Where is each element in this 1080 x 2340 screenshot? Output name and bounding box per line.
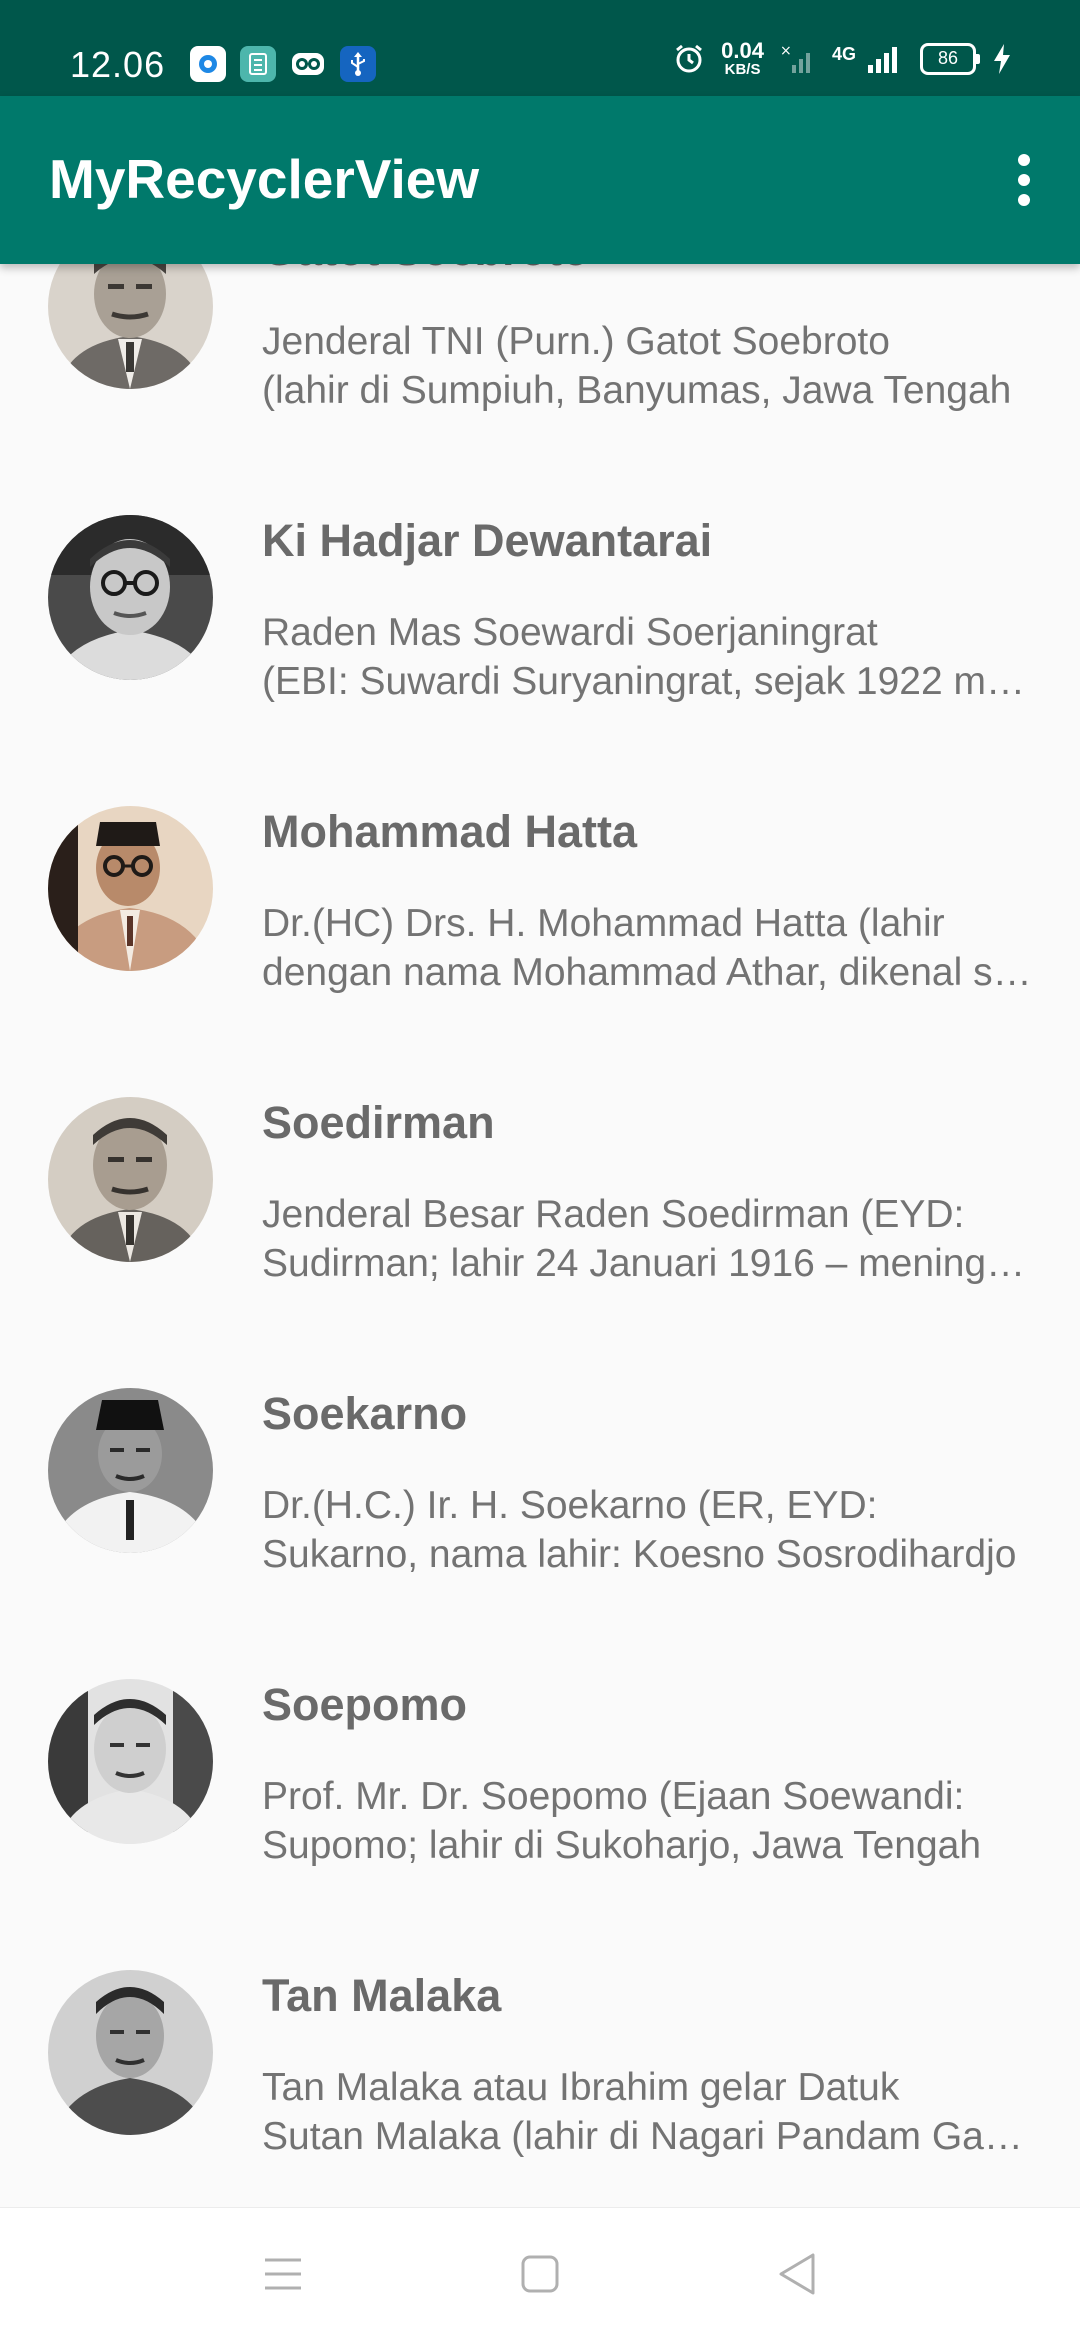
hero-description: Jenderal Besar Raden Soedirman (EYD: Sud… bbox=[262, 1190, 1032, 1288]
avatar bbox=[48, 264, 213, 389]
hero-description: Dr.(H.C.) Ir. H. Soekarno (ER, EYD: Suka… bbox=[262, 1481, 1032, 1579]
hero-description-line-1: Prof. Mr. Dr. Soepomo (Ejaan Soewandi: bbox=[262, 1775, 965, 1818]
list-item[interactable]: Gatot Soebroto Jenderal TNI (Purn.) Gato… bbox=[0, 264, 1080, 475]
tripadvisor-icon bbox=[290, 46, 326, 82]
hero-description-line-2: dengan nama Mohammad Athar, dikenal seba… bbox=[262, 951, 1032, 994]
status-right-group: 0.04 KB/S × 4G 86 bbox=[673, 40, 1012, 77]
app-notification-icon bbox=[190, 46, 226, 82]
hero-name: Mohammad Hatta bbox=[262, 806, 638, 857]
home-square-icon[interactable] bbox=[505, 2244, 575, 2304]
hero-name: Tan Malaka bbox=[262, 1970, 502, 2021]
hero-description-line-2: Sutan Malaka (lahir di Nagari Pandam Gad… bbox=[262, 2115, 1032, 2158]
avatar bbox=[48, 1679, 213, 1844]
status-bar: 12.06 0.04 KB/S × 4G 86 bbox=[0, 0, 1080, 96]
hero-description: Tan Malaka atau Ibrahim gelar Datuk Suta… bbox=[262, 2063, 1032, 2161]
avatar bbox=[48, 1388, 213, 1553]
network-type: 4G bbox=[831, 44, 856, 64]
hero-description: Prof. Mr. Dr. Soepomo (Ejaan Soewandi: S… bbox=[262, 1772, 1032, 1870]
hero-name: Ki Hadjar Dewantarai bbox=[262, 515, 713, 566]
avatar bbox=[48, 806, 213, 971]
hero-description-line-1: Dr.(H.C.) Ir. H. Soekarno (ER, EYD: bbox=[262, 1484, 878, 1527]
hero-description-line-1: Jenderal Besar Raden Soedirman (EYD: bbox=[262, 1193, 965, 1236]
app-title: MyRecyclerView bbox=[49, 148, 480, 210]
hero-description-line-2: (lahir di Sumpiuh, Banyumas, Jawa Tengah bbox=[262, 369, 1012, 412]
hero-name: Soekarno bbox=[262, 1388, 468, 1439]
more-vert-icon[interactable] bbox=[992, 144, 1056, 216]
list-item[interactable]: Soedirman Jenderal Besar Raden Soedirman… bbox=[0, 1057, 1080, 1348]
hero-description: Dr.(HC) Drs. H. Mohammad Hatta (lahir de… bbox=[262, 899, 1032, 997]
avatar bbox=[48, 1097, 213, 1262]
hero-list-content: Gatot Soebroto Jenderal TNI (Purn.) Gato… bbox=[0, 264, 1080, 2207]
notification-icons bbox=[190, 46, 376, 82]
hero-name: Soedirman bbox=[262, 1097, 495, 1148]
charging-bolt-icon bbox=[994, 43, 1010, 74]
hero-list[interactable]: Gatot Soebroto Jenderal TNI (Purn.) Gato… bbox=[0, 264, 1080, 2207]
list-item[interactable]: Mohammad Hatta Dr.(HC) Drs. H. Mohammad … bbox=[0, 766, 1080, 1057]
hero-name: Soepomo bbox=[262, 1679, 468, 1730]
network-speed-value: 0.04 bbox=[721, 38, 764, 63]
navigation-bar bbox=[0, 2207, 1080, 2340]
back-triangle-icon[interactable] bbox=[762, 2244, 832, 2304]
app-bar: MyRecyclerView bbox=[0, 96, 1080, 264]
network-speed: 0.04 KB/S bbox=[721, 38, 764, 78]
hero-description: Jenderal TNI (Purn.) Gatot Soebroto (lah… bbox=[262, 317, 1032, 415]
list-item[interactable]: Ki Hadjar Dewantarai Raden Mas Soewardi … bbox=[0, 475, 1080, 766]
hero-description-line-1: Raden Mas Soewardi Soerjaningrat bbox=[262, 611, 878, 654]
hero-description-line-2: Supomo; lahir di Sukoharjo, Jawa Tengah bbox=[262, 1824, 982, 1867]
hero-description-line-2: (EBI: Suwardi Suryaningrat, sejak 1922 m… bbox=[262, 660, 1032, 703]
app-screen: 12.06 0.04 KB/S × 4G 86 MyRecyclerView J… bbox=[0, 0, 1080, 2340]
list-item[interactable]: Tan Malaka Tan Malaka atau Ibrahim gelar… bbox=[0, 1930, 1080, 2207]
signal-icon bbox=[868, 46, 897, 73]
hero-description-line-1: Tan Malaka atau Ibrahim gelar Datuk bbox=[262, 2066, 900, 2109]
svg-text:×: × bbox=[780, 43, 792, 59]
hero-description: Raden Mas Soewardi Soerjaningrat (EBI: S… bbox=[262, 608, 1032, 706]
sim1-no-signal-icon: × bbox=[780, 43, 810, 73]
hero-description-line-2: Sukarno, nama lahir: Koesno Sosrodihardj… bbox=[262, 1533, 1017, 1576]
status-time: 12.06 bbox=[70, 44, 166, 85]
hero-description-line-1: Jenderal TNI (Purn.) Gatot Soebroto bbox=[262, 320, 890, 363]
calculator-icon bbox=[240, 46, 276, 82]
network-speed-unit: KB/S bbox=[724, 61, 761, 78]
alarm-icon bbox=[676, 44, 703, 72]
avatar bbox=[48, 515, 213, 680]
battery-indicator: 86 bbox=[920, 42, 980, 75]
battery-level: 86 bbox=[937, 48, 959, 68]
hero-description-line-2: Sudirman; lahir 24 Januari 1916 – mening… bbox=[262, 1242, 1032, 1285]
list-item[interactable]: Soepomo Prof. Mr. Dr. Soepomo (Ejaan Soe… bbox=[0, 1639, 1080, 1930]
hero-name: Gatot Soebroto bbox=[262, 264, 589, 276]
recents-menu-icon[interactable] bbox=[248, 2244, 318, 2304]
avatar bbox=[48, 1970, 213, 2135]
hero-description-line-1: Dr.(HC) Drs. H. Mohammad Hatta (lahir bbox=[262, 902, 945, 945]
list-item[interactable]: Soekarno Dr.(H.C.) Ir. H. Soekarno (ER, … bbox=[0, 1348, 1080, 1639]
usb-icon bbox=[340, 46, 376, 82]
